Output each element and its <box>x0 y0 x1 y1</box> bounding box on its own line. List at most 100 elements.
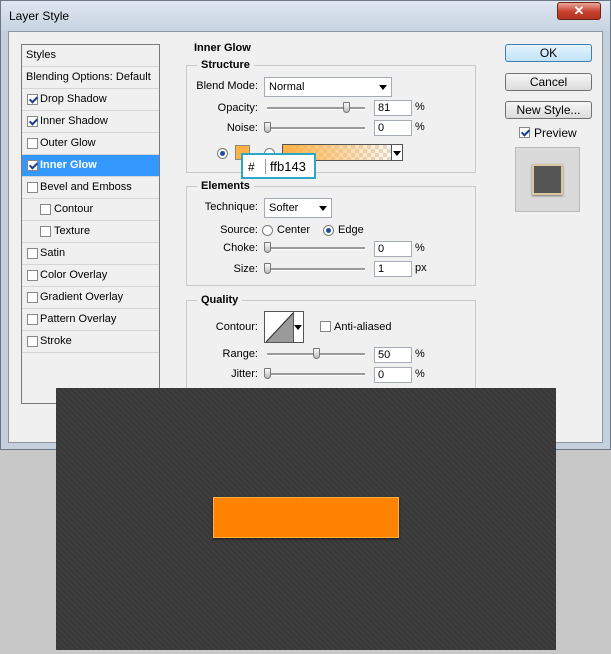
style-checkbox[interactable] <box>40 226 51 237</box>
style-item-label: Color Overlay <box>40 269 108 281</box>
style-item-blending-options-default[interactable]: Blending Options: Default <box>22 67 159 89</box>
layer-style-window: Layer Style ✕ Styles Blending Options: De… <box>0 0 611 450</box>
style-item-label: Styles <box>26 49 56 61</box>
contour-picker[interactable] <box>264 311 304 343</box>
jitter-input[interactable]: 0 <box>374 367 412 383</box>
contour-dropdown-arrow[interactable] <box>293 312 303 342</box>
opacity-unit: % <box>415 101 425 113</box>
contour-linear-icon <box>266 312 294 342</box>
jitter-label: Jitter: <box>231 368 258 380</box>
style-item-label: Contour <box>54 203 94 215</box>
style-checkbox[interactable] <box>27 94 38 105</box>
style-checkbox[interactable] <box>27 292 38 303</box>
hex-prefix: # <box>248 160 255 174</box>
noise-unit: % <box>415 121 425 133</box>
style-item-contour[interactable]: Contour <box>22 199 159 221</box>
jitter-slider[interactable] <box>267 373 365 376</box>
source-edge-label[interactable]: Edge <box>338 224 364 236</box>
style-checkbox[interactable] <box>27 138 38 149</box>
opacity-slider-thumb[interactable] <box>343 102 351 113</box>
style-item-label: Drop Shadow <box>40 93 107 105</box>
close-icon: ✕ <box>573 3 585 18</box>
style-item-label: Stroke <box>40 335 72 347</box>
chevron-down-icon <box>393 151 401 156</box>
source-center-label[interactable]: Center <box>277 224 310 236</box>
style-item-label: Inner Shadow <box>40 115 108 127</box>
style-item-label: Texture <box>54 225 91 237</box>
choke-slider[interactable] <box>267 247 365 250</box>
preview-checkbox[interactable] <box>519 127 530 138</box>
style-checkbox[interactable] <box>27 160 38 171</box>
blend-mode-select[interactable]: Normal <box>264 77 392 97</box>
preview-swatch <box>532 164 563 195</box>
contour-label: Contour: <box>215 321 258 333</box>
technique-label: Technique: <box>204 201 258 213</box>
blend-mode-label: Blend Mode: <box>196 80 258 92</box>
style-item-drop-shadow[interactable]: Drop Shadow <box>22 89 159 111</box>
choke-unit: % <box>415 242 425 254</box>
inner-glow-title: Inner Glow <box>190 42 255 54</box>
opacity-input[interactable]: 81 <box>374 100 412 116</box>
anti-aliased-label[interactable]: Anti-aliased <box>334 321 391 333</box>
style-checkbox[interactable] <box>27 336 38 347</box>
size-slider-thumb[interactable] <box>264 263 271 274</box>
style-checkbox[interactable] <box>27 116 38 127</box>
preview-label[interactable]: Preview <box>534 126 577 140</box>
style-checkbox[interactable] <box>27 248 38 259</box>
style-item-inner-glow[interactable]: Inner Glow <box>22 155 159 177</box>
noise-slider[interactable] <box>267 127 365 130</box>
gradient-dropdown-arrow[interactable] <box>391 145 402 160</box>
cancel-button[interactable]: Cancel <box>505 73 592 91</box>
size-label: Size: <box>233 263 258 275</box>
style-item-inner-shadow[interactable]: Inner Shadow <box>22 111 159 133</box>
range-unit: % <box>415 348 425 360</box>
hex-input[interactable]: ffb143 <box>265 159 306 174</box>
style-item-satin[interactable]: Satin <box>22 243 159 265</box>
artwork-preview <box>56 388 556 650</box>
range-input[interactable]: 50 <box>374 347 412 363</box>
style-item-gradient-overlay[interactable]: Gradient Overlay <box>22 287 159 309</box>
style-item-stroke[interactable]: Stroke <box>22 331 159 353</box>
style-item-label: Inner Glow <box>40 159 97 171</box>
ok-button[interactable]: OK <box>505 44 592 62</box>
noise-label: Noise: <box>226 122 258 134</box>
size-unit: px <box>415 262 427 274</box>
jitter-slider-thumb[interactable] <box>264 368 271 379</box>
size-input[interactable]: 1 <box>374 261 412 277</box>
choke-input[interactable]: 0 <box>374 241 412 257</box>
range-slider-thumb[interactable] <box>313 348 320 359</box>
style-checkbox[interactable] <box>40 204 51 215</box>
blend-mode-value: Normal <box>269 81 305 93</box>
style-item-label: Outer Glow <box>40 137 96 149</box>
style-checkbox[interactable] <box>27 182 38 193</box>
style-checkbox[interactable] <box>27 270 38 281</box>
source-center-radio[interactable] <box>262 225 273 236</box>
style-item-texture[interactable]: Texture <box>22 221 159 243</box>
title-bar[interactable]: Layer Style ✕ <box>1 1 610 31</box>
dialog-body: Styles Blending Options: Default Drop Shad… <box>8 31 603 443</box>
style-item-label: Pattern Overlay <box>40 313 117 325</box>
new-style-button[interactable]: New Style... <box>505 101 592 119</box>
opacity-slider[interactable] <box>267 107 365 110</box>
style-item-color-overlay[interactable]: Color Overlay <box>22 265 159 287</box>
noise-slider-thumb[interactable] <box>264 122 271 133</box>
style-item-outer-glow[interactable]: Outer Glow <box>22 133 159 155</box>
source-label: Source: <box>220 224 258 236</box>
style-item-pattern-overlay[interactable]: Pattern Overlay <box>22 309 159 331</box>
close-button[interactable]: ✕ <box>557 2 601 20</box>
size-slider[interactable] <box>267 268 365 271</box>
anti-aliased-checkbox[interactable] <box>320 321 331 332</box>
style-item-bevel-and-emboss[interactable]: Bevel and Emboss <box>22 177 159 199</box>
style-item-label: Bevel and Emboss <box>40 181 132 193</box>
choke-label: Choke: <box>223 242 258 254</box>
chevron-down-icon <box>319 206 327 211</box>
choke-slider-thumb[interactable] <box>264 242 271 253</box>
solid-color-radio[interactable] <box>217 148 228 159</box>
jitter-unit: % <box>415 368 425 380</box>
technique-select[interactable]: Softer <box>264 198 332 218</box>
style-checkbox[interactable] <box>27 314 38 325</box>
style-item-styles[interactable]: Styles <box>22 45 159 67</box>
source-edge-radio[interactable] <box>323 225 334 236</box>
noise-input[interactable]: 0 <box>374 120 412 136</box>
orange-button-shape <box>213 497 399 538</box>
